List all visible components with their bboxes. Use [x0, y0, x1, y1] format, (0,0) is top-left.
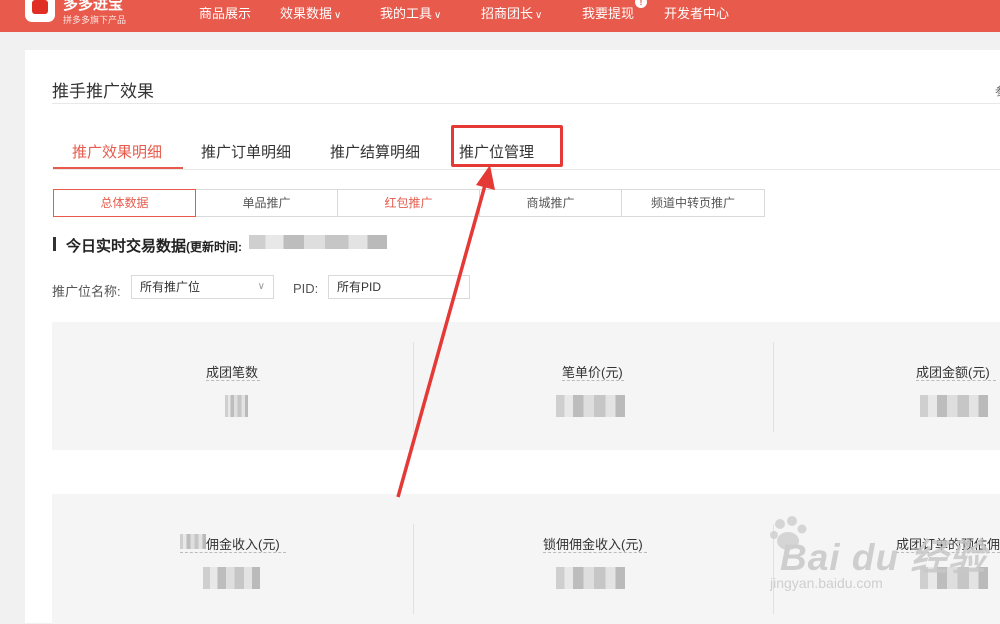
segment-mall[interactable]: 商城推广: [480, 190, 622, 216]
stat-label-commission-income: 佣金收入(元): [206, 537, 280, 552]
nav-item-my-tools[interactable]: 我的工具 ∨: [380, 3, 441, 22]
brand-title[interactable]: 多多进宝: [63, 0, 123, 14]
dashed-underline: [916, 380, 996, 381]
position-name-select[interactable]: 所有推广位 ∨: [131, 275, 274, 299]
brand-subtitle: 拼多多旗下产品: [63, 15, 127, 25]
section-title-text: 今日实时交易数据: [66, 238, 187, 255]
pid-select[interactable]: 所有PID: [328, 275, 470, 299]
page-title: 推手推广效果: [52, 82, 154, 101]
nav-label: 效果数据: [280, 6, 333, 21]
divider: [773, 342, 774, 432]
chevron-down-icon: ∨: [535, 10, 543, 21]
nav-item-developer-center[interactable]: 开发者中心: [664, 3, 729, 22]
nav-label: 开发者中心: [664, 6, 730, 21]
dashed-underline: [562, 380, 624, 381]
nav-item-withdraw[interactable]: 我要提现: [582, 3, 634, 22]
chevron-down-icon: ∨: [334, 10, 342, 21]
notification-badge: !: [635, 0, 647, 8]
nav-label: 商品展示: [199, 6, 252, 21]
nav-label: 我的工具: [380, 6, 433, 21]
dashed-underline: [543, 552, 647, 553]
nav-label: 招商团长: [481, 6, 534, 21]
divider: [52, 103, 1000, 104]
stat-label-group-count: 成团笔数: [206, 365, 259, 380]
dashed-underline: [180, 552, 286, 553]
top-nav-bar: 多多进宝 拼多多旗下产品 商品展示 效果数据 ∨ 我的工具 ∨ 招商团长 ∨ 我要提现…: [0, 0, 1000, 32]
tab-order-detail[interactable]: 推广订单明细: [201, 141, 291, 162]
nav-item-products[interactable]: 商品展示: [199, 3, 251, 22]
nav-item-merchant-leader[interactable]: 招商团长 ∨: [481, 3, 542, 22]
stats-panel-1: 成团笔数 笔单价(元) 成团金额(元): [52, 322, 1000, 450]
stat-value-redacted: [225, 395, 248, 417]
nav-item-effect-data[interactable]: 效果数据 ∨: [280, 3, 341, 22]
segment-channel-transfer[interactable]: 频道中转页推广: [622, 190, 764, 216]
edge-link[interactable]: 参: [995, 83, 1000, 99]
stat-value-redacted: [203, 567, 260, 589]
chevron-down-icon: ∨: [257, 281, 265, 292]
brand-logo-icon[interactable]: [25, 0, 55, 22]
stat-label-avg-price: 笔单价(元): [562, 365, 623, 380]
pid-label: PID:: [293, 281, 319, 296]
segment-control: 总体数据 单品推广 红包推广 商城推广 频道中转页推广: [53, 189, 765, 217]
stat-value-redacted: [556, 395, 625, 417]
update-time-value-redacted: [249, 235, 387, 249]
segment-red-packet[interactable]: 红包推广: [338, 190, 480, 216]
stat-value-redacted: [556, 567, 625, 589]
stat-label-group-amount: 成团金额(元): [916, 365, 990, 380]
stat-label-redacted: [180, 534, 206, 549]
annotation-highlight-box: [451, 125, 563, 167]
watermark-url: jingyan.baidu.com: [770, 575, 883, 591]
position-name-label: 推广位名称:: [52, 284, 121, 299]
tab-settlement-detail[interactable]: 推广结算明细: [330, 141, 420, 162]
divider: [413, 342, 414, 432]
section-title: 今日实时交易数据(更新时间:: [66, 235, 242, 256]
update-time-label: (更新时间:: [186, 240, 243, 254]
stat-value-redacted: [920, 395, 988, 417]
nav-label: 我要提现: [582, 6, 635, 21]
watermark-main-text: Bai du 经验: [780, 537, 987, 578]
divider: [52, 169, 1000, 170]
stat-label-locked-commission: 锁佣佣金收入(元): [543, 537, 643, 552]
chevron-down-icon: ∨: [434, 10, 442, 21]
dashed-underline: [206, 380, 260, 381]
segment-single-product[interactable]: 单品推广: [196, 190, 338, 216]
position-select-value: 所有推广位: [140, 280, 201, 294]
pid-select-value: 所有PID: [337, 280, 382, 294]
segment-overall[interactable]: 总体数据: [53, 189, 196, 217]
divider: [413, 524, 414, 614]
tab-effect-detail[interactable]: 推广效果明细: [72, 141, 162, 162]
section-marker: [53, 237, 56, 251]
